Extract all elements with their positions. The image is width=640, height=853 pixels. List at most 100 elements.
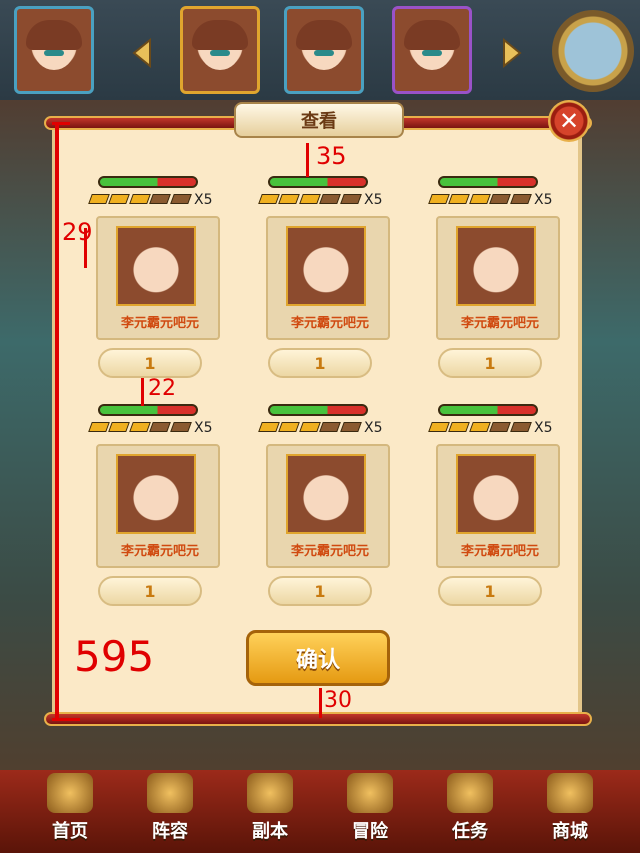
nav-item[interactable]: 首页 — [20, 770, 120, 853]
hero-avatar-icon[interactable] — [286, 454, 366, 534]
count-badge: 1 — [268, 348, 372, 378]
annotation-label: 29 — [62, 218, 93, 246]
count-badge: 1 — [98, 576, 202, 606]
star-segment — [319, 194, 342, 204]
annotation-line — [141, 378, 144, 406]
star-segment — [258, 194, 281, 204]
hero-portrait[interactable] — [14, 6, 94, 94]
star-segment — [169, 194, 192, 204]
confirm-button[interactable]: 确认 — [246, 630, 390, 686]
close-icon: ✕ — [558, 107, 580, 135]
hero-card[interactable]: X5 李元霸元吧元 1 — [84, 176, 248, 386]
star-segment — [489, 194, 512, 204]
hero-portrait[interactable] — [180, 6, 260, 94]
hero-card[interactable]: X5 李元霸元吧元 1 — [424, 176, 588, 386]
arrow-left-icon[interactable] — [130, 37, 154, 69]
annotation-label: 22 — [148, 376, 176, 401]
nav-label: 冒险 — [352, 821, 388, 842]
star-level-bar — [258, 194, 362, 206]
formation-icon — [147, 773, 193, 813]
star-segment — [278, 422, 301, 432]
hero-frame: 李元霸元吧元 — [96, 216, 220, 340]
arrow-right-icon[interactable] — [500, 37, 524, 69]
star-segment — [169, 422, 192, 432]
star-segment — [128, 422, 152, 432]
star-segment — [428, 422, 451, 432]
hp-bar — [438, 404, 538, 416]
hero-avatar-icon[interactable] — [456, 226, 536, 306]
nav-label: 商城 — [552, 821, 588, 842]
star-segment — [448, 194, 471, 204]
nav-label: 任务 — [452, 821, 488, 842]
count-badge: 1 — [438, 348, 542, 378]
annotation-tick — [52, 718, 80, 721]
hero-card[interactable]: X5 李元霸元吧元 1 — [254, 404, 418, 614]
hp-bar — [98, 176, 198, 188]
nav-item[interactable]: 冒险 — [320, 770, 420, 853]
shop-icon — [547, 773, 593, 813]
annotation-line — [319, 688, 322, 718]
hero-avatar-icon[interactable] — [116, 454, 196, 534]
hero-name: 李元霸元吧元 — [460, 316, 539, 331]
nav-item[interactable]: 副本 — [220, 770, 320, 853]
nav-label: 阵容 — [152, 821, 188, 842]
hero-name: 李元霸元吧元 — [460, 544, 539, 559]
annotation-line — [55, 122, 59, 720]
multiplier-label: X5 — [194, 420, 213, 436]
close-button[interactable]: ✕ — [548, 100, 590, 142]
hp-bar — [268, 404, 368, 416]
star-segment — [448, 422, 471, 432]
count-badge: 1 — [98, 348, 202, 378]
hero-portrait[interactable] — [392, 6, 472, 94]
star-segment — [339, 422, 362, 432]
multiplier-label: X5 — [364, 420, 383, 436]
star-segment — [509, 194, 532, 204]
star-level-bar — [88, 422, 192, 434]
nav-item[interactable]: 商城 — [520, 770, 620, 853]
star-level-bar — [88, 194, 192, 206]
annotation-line — [306, 143, 309, 177]
hero-frame: 李元霸元吧元 — [266, 216, 390, 340]
hero-card[interactable]: X5 李元霸元吧元 1 — [254, 176, 418, 386]
star-segment — [468, 422, 492, 432]
nav-label: 副本 — [252, 821, 288, 842]
mascot-avatar-icon[interactable] — [552, 10, 634, 92]
hero-name: 李元霸元吧元 — [120, 316, 199, 331]
multiplier-label: X5 — [364, 192, 383, 208]
panel-title: 查看 — [234, 102, 404, 138]
star-segment — [108, 422, 131, 432]
annotation-label: 35 — [316, 142, 347, 170]
star-level-bar — [258, 422, 362, 434]
home-icon — [47, 773, 93, 813]
hero-frame: 李元霸元吧元 — [266, 444, 390, 568]
hero-card[interactable]: X5 李元霸元吧元 1 — [424, 404, 588, 614]
hero-avatar-icon[interactable] — [116, 226, 196, 306]
count-badge: 1 — [438, 576, 542, 606]
annotation-tick — [52, 122, 70, 125]
star-segment — [319, 422, 342, 432]
star-segment — [149, 194, 172, 204]
count-badge: 1 — [268, 576, 372, 606]
hp-bar — [268, 176, 368, 188]
nav-item[interactable]: 任务 — [420, 770, 520, 853]
star-segment — [88, 422, 111, 432]
hero-avatar-icon[interactable] — [456, 454, 536, 534]
dungeon-icon — [247, 773, 293, 813]
star-segment — [428, 194, 451, 204]
star-segment — [149, 422, 172, 432]
star-segment — [298, 422, 322, 432]
hero-card[interactable]: X5 李元霸元吧元 1 — [84, 404, 248, 614]
annotation-label: 595 — [74, 632, 155, 681]
star-level-bar — [428, 194, 532, 206]
hero-frame: 李元霸元吧元 — [436, 216, 560, 340]
hero-avatar-icon[interactable] — [286, 226, 366, 306]
star-segment — [509, 422, 532, 432]
annotation-label: 30 — [324, 688, 352, 713]
multiplier-label: X5 — [534, 420, 553, 436]
hero-portrait[interactable] — [284, 6, 364, 94]
hero-name: 李元霸元吧元 — [290, 544, 369, 559]
multiplier-label: X5 — [534, 192, 553, 208]
star-level-bar — [428, 422, 532, 434]
star-segment — [468, 194, 492, 204]
nav-item[interactable]: 阵容 — [120, 770, 220, 853]
